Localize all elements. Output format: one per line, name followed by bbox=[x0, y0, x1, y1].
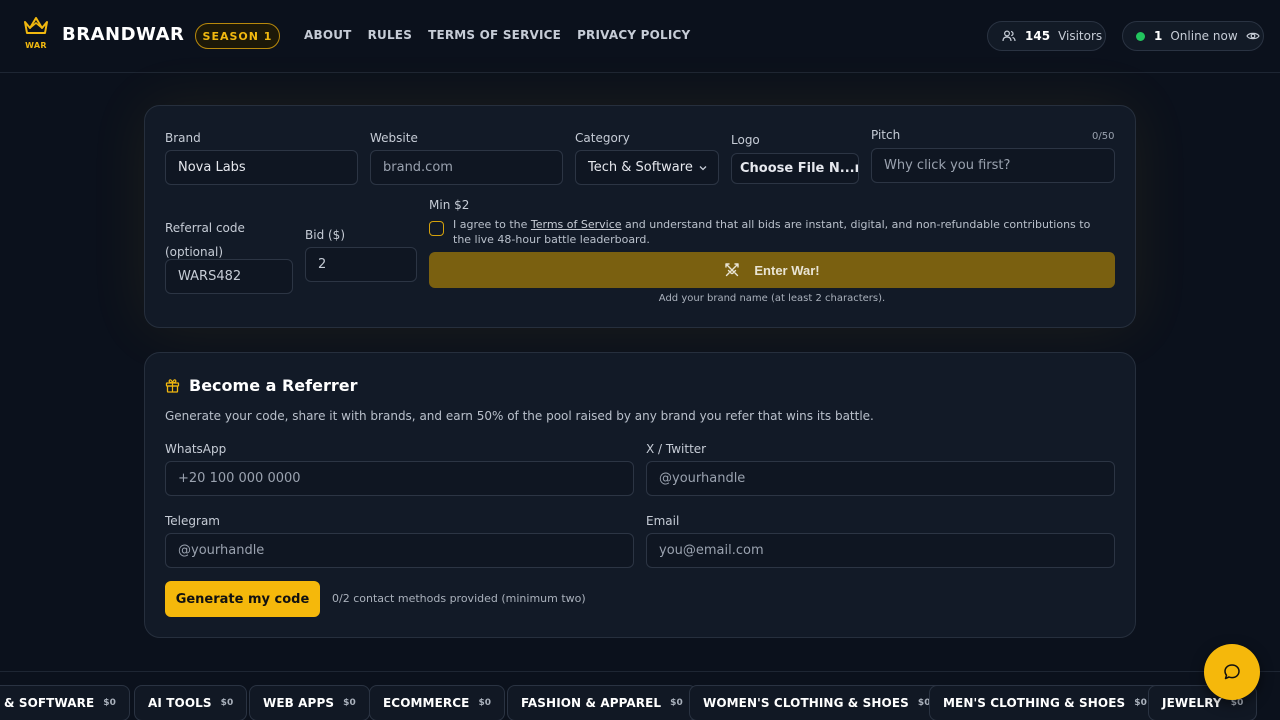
online-label: Online now bbox=[1170, 29, 1238, 43]
category-select[interactable]: Tech & Software bbox=[575, 150, 719, 185]
bid-label: Bid ($) bbox=[305, 228, 345, 242]
logo-text: WAR bbox=[25, 41, 47, 50]
nav-terms[interactable]: TERMS OF SERVICE bbox=[428, 28, 561, 42]
visitors-pill: 145 Visitors bbox=[987, 21, 1106, 51]
generate-code-button[interactable]: Generate my code bbox=[165, 581, 320, 617]
ticker-chip-name: WOMEN'S CLOTHING & SHOES bbox=[703, 696, 909, 710]
ticker-chip-name: AI TOOLS bbox=[148, 696, 212, 710]
visitors-count: 145 bbox=[1025, 29, 1051, 43]
ticker-chip[interactable]: WOMEN'S CLOTHING & SHOES $0 bbox=[689, 685, 945, 720]
enter-war-label: Enter War! bbox=[754, 262, 820, 278]
crossed-swords-icon bbox=[725, 263, 740, 277]
ticker-chip-amount: $0 bbox=[670, 698, 683, 708]
telegram-label: Telegram bbox=[165, 514, 220, 528]
agree-prefix: I agree to the bbox=[453, 218, 531, 231]
season-badge: SEASON 1 bbox=[195, 23, 280, 49]
nav-privacy[interactable]: PRIVACY POLICY bbox=[577, 28, 690, 42]
gift-icon bbox=[165, 379, 180, 393]
online-status-dot bbox=[1136, 31, 1145, 41]
terms-checkbox[interactable] bbox=[429, 221, 444, 236]
chat-button[interactable] bbox=[1204, 644, 1260, 700]
referrer-heading: Become a Referrer bbox=[165, 376, 358, 395]
referrer-title: Become a Referrer bbox=[189, 376, 358, 395]
brand-input[interactable]: Nova Labs bbox=[165, 150, 358, 185]
ticker-chip-name: & SOFTWARE bbox=[4, 696, 95, 710]
whatsapp-input[interactable]: +20 100 000 0000 bbox=[165, 461, 634, 496]
ticker-chip[interactable]: FASHION & APPAREL $0 bbox=[507, 685, 697, 720]
brand-label: Brand bbox=[165, 131, 201, 145]
ticker-chip-name: ECOMMERCE bbox=[383, 696, 470, 710]
referral-label: Referral code (optional) bbox=[165, 221, 245, 259]
enter-war-button[interactable]: Enter War! bbox=[429, 252, 1115, 288]
ticker-chip[interactable]: & SOFTWARE $0 bbox=[0, 685, 131, 720]
contact-methods-status: 0/2 contact methods provided (minimum tw… bbox=[332, 592, 586, 605]
pitch-label: Pitch bbox=[871, 128, 901, 142]
online-pill[interactable]: 1 Online now bbox=[1122, 21, 1264, 51]
min-bid-note: Min $2 bbox=[429, 198, 470, 212]
category-value: Tech & Software bbox=[588, 160, 693, 175]
ticker-chip[interactable]: MEN'S CLOTHING & SHOES $0 bbox=[929, 685, 1161, 720]
ticker-chip-amount: $0 bbox=[220, 698, 234, 708]
ticker-chip-amount: $0 bbox=[1134, 698, 1147, 708]
top-header: WAR BRANDWAR SEASON 1 ABOUT RULES TERMS … bbox=[0, 0, 1280, 73]
ticker-chip[interactable]: AI TOOLS $0 bbox=[134, 685, 248, 720]
category-ticker: & SOFTWARE $0 AI TOOLS $0 WEB APPS $0 ECOMM… bbox=[0, 671, 1280, 720]
telegram-input[interactable]: @yourhandle bbox=[165, 533, 634, 568]
referral-input[interactable]: WARS482 bbox=[165, 259, 293, 294]
terms-link[interactable]: Terms of Service bbox=[531, 218, 622, 231]
main-nav: ABOUT RULES TERMS OF SERVICE PRIVACY POL… bbox=[304, 28, 690, 42]
ticker-chip-amount: $0 bbox=[343, 698, 356, 708]
brand-name[interactable]: BRANDWAR bbox=[62, 24, 184, 45]
eye-icon[interactable] bbox=[1245, 29, 1260, 43]
nav-about[interactable]: ABOUT bbox=[304, 28, 352, 42]
ticker-chip[interactable]: ECOMMERCE $0 bbox=[369, 685, 506, 720]
ticker-chip[interactable]: WEB APPS $0 bbox=[249, 685, 370, 720]
pitch-counter: 0/50 bbox=[1092, 131, 1115, 142]
logo-label: Logo bbox=[731, 133, 760, 147]
ticker-chip-name: JEWELRY bbox=[1162, 696, 1222, 710]
website-label: Website bbox=[370, 131, 418, 145]
validation-hint: Add your brand name (at least 2 characte… bbox=[658, 293, 886, 304]
terms-agreement: I agree to the Terms of Service and unde… bbox=[453, 217, 1109, 247]
website-input[interactable]: brand.com bbox=[370, 150, 563, 185]
logo-file-button[interactable]: Choose File N...n bbox=[731, 153, 859, 184]
email-label: Email bbox=[646, 514, 680, 528]
visitors-label: Visitors bbox=[1058, 29, 1103, 43]
ticker-chip-name: WEB APPS bbox=[263, 696, 335, 710]
bid-input[interactable]: 2 bbox=[305, 247, 417, 282]
pitch-input[interactable]: Why click you first? bbox=[871, 148, 1115, 183]
brandwar-logo[interactable]: WAR bbox=[22, 16, 50, 54]
ticker-chip-amount: $0 bbox=[478, 698, 492, 708]
chevron-down-icon bbox=[699, 166, 707, 171]
ticker-chip-name: FASHION & APPAREL bbox=[521, 696, 662, 710]
crown-icon bbox=[24, 17, 48, 34]
twitter-input[interactable]: @yourhandle bbox=[646, 461, 1115, 496]
ticker-chip-amount: $0 bbox=[103, 698, 117, 708]
twitter-label: X / Twitter bbox=[646, 442, 707, 456]
online-count: 1 bbox=[1154, 29, 1163, 43]
chat-bubble-icon bbox=[1224, 664, 1240, 680]
referrer-description: Generate your code, share it with brands… bbox=[165, 409, 874, 423]
category-label: Category bbox=[575, 131, 630, 145]
users-icon bbox=[1002, 30, 1016, 42]
ticker-chip-name: MEN'S CLOTHING & SHOES bbox=[943, 696, 1126, 710]
nav-rules[interactable]: RULES bbox=[368, 28, 412, 42]
email-input[interactable]: you@email.com bbox=[646, 533, 1115, 568]
whatsapp-label: WhatsApp bbox=[165, 442, 227, 456]
